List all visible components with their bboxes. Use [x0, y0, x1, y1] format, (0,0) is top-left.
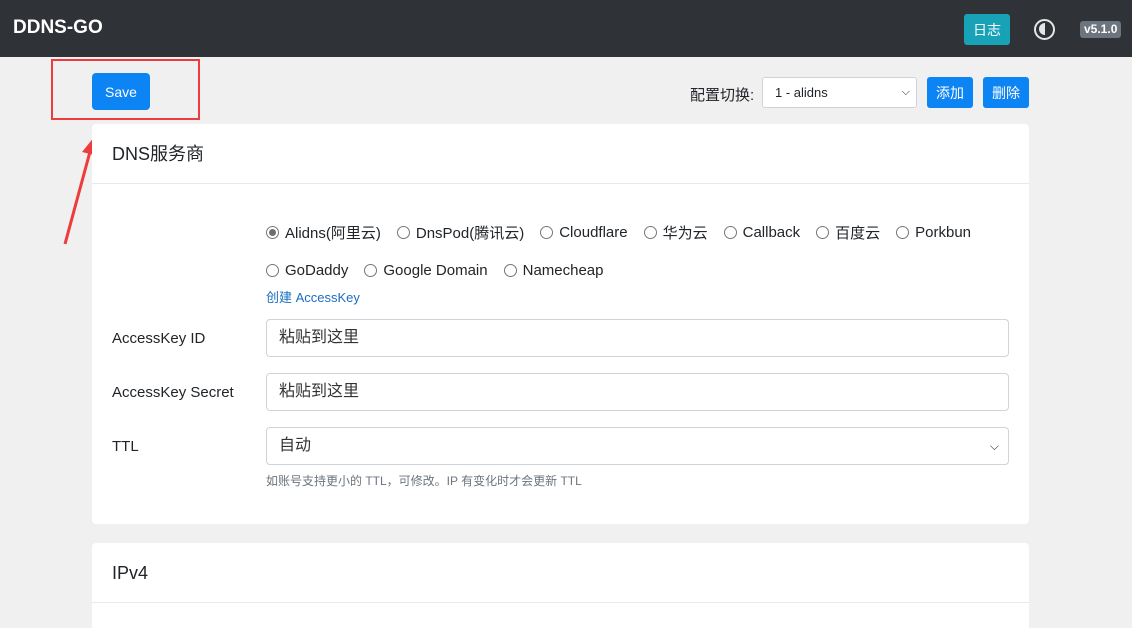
- accesskey-secret-input[interactable]: 粘贴到这里: [266, 373, 1009, 411]
- theme-toggle-icon[interactable]: [1034, 19, 1055, 40]
- ttl-select[interactable]: 自动 ⌵: [266, 427, 1009, 465]
- provider-radio[interactable]: GoDaddy: [266, 262, 348, 279]
- provider-label: DnsPod(腾讯云): [415, 224, 525, 242]
- ipv4-card: IPv4: [92, 543, 1029, 628]
- dns-card-title: DNS服务商: [92, 124, 1029, 184]
- provider-row: Alidns(阿里云) DnsPod(腾讯云) Cloudflare 华为云 Callb…: [266, 213, 1006, 251]
- provider-label: Google Domain: [383, 261, 488, 279]
- config-select-value: 1 - alidns: [775, 85, 828, 100]
- version-badge: v5.1.0: [1080, 21, 1122, 38]
- radio-circle-icon[interactable]: [364, 263, 378, 277]
- dns-provider-card: DNS服务商 Alidns(阿里云) DnsPod(腾讯云) Cloudflare 华…: [92, 124, 1029, 524]
- radio-circle-icon[interactable]: [540, 225, 554, 239]
- provider-radio[interactable]: Namecheap: [503, 261, 604, 279]
- provider-radio[interactable]: Google Domain: [364, 261, 488, 279]
- provider-label: Porkbun: [915, 223, 972, 241]
- provider-radio[interactable]: 华为云: [643, 222, 708, 243]
- provider-label: GoDaddy: [285, 261, 349, 279]
- provider-label: 百度云: [835, 224, 881, 242]
- provider-label: 华为云: [662, 224, 708, 242]
- provider-radio-group: Alidns(阿里云) DnsPod(腾讯云) Cloudflare 华为云 Callb…: [266, 213, 1006, 289]
- radio-circle-icon[interactable]: [896, 225, 910, 239]
- radio-circle-icon[interactable]: [266, 225, 279, 239]
- radio-circle-icon[interactable]: [816, 225, 830, 239]
- app-brand[interactable]: DDNS-GO: [13, 17, 103, 39]
- radio-circle-icon[interactable]: [503, 263, 517, 277]
- config-switch-label: 配置切换:: [690, 87, 755, 104]
- provider-label: Cloudflare: [559, 223, 628, 241]
- provider-radio[interactable]: 百度云: [816, 222, 880, 243]
- top-navbar: DDNS-GO 日志 v5.1.0: [0, 0, 1132, 57]
- provider-label: Namecheap: [522, 261, 604, 279]
- radio-circle-icon[interactable]: [266, 263, 279, 277]
- provider-radio[interactable]: Alidns(阿里云): [266, 222, 381, 243]
- accesskey-secret-placeholder: 粘贴到这里: [279, 383, 360, 400]
- delete-config-button[interactable]: 删除: [983, 77, 1029, 108]
- create-accesskey-link[interactable]: 创建 AccessKey: [266, 287, 360, 306]
- config-select[interactable]: 1 - alidns ⌵: [762, 77, 917, 108]
- log-button[interactable]: 日志: [964, 14, 1010, 45]
- ttl-select-value: 自动: [279, 437, 312, 454]
- radio-circle-icon[interactable]: [396, 225, 410, 239]
- provider-radio[interactable]: Callback: [723, 223, 801, 241]
- ipv4-card-title: IPv4: [92, 543, 1029, 603]
- accesskey-secret-label: AccessKey Secret: [112, 384, 234, 401]
- provider-radio[interactable]: Cloudflare: [540, 223, 628, 241]
- radio-circle-icon[interactable]: [723, 225, 737, 239]
- provider-label: Alidns(阿里云): [285, 224, 381, 242]
- accesskey-id-label: AccessKey ID: [112, 330, 206, 347]
- accesskey-id-input[interactable]: 粘贴到这里: [266, 319, 1009, 357]
- ttl-label: TTL: [112, 438, 139, 455]
- add-config-button[interactable]: 添加: [927, 77, 973, 108]
- provider-row: GoDaddy Google Domain Namecheap: [266, 251, 1006, 289]
- annotation-highlight-box: [51, 59, 200, 120]
- radio-circle-icon[interactable]: [643, 225, 657, 239]
- provider-label: Callback: [742, 223, 801, 241]
- accesskey-id-placeholder: 粘贴到这里: [279, 329, 360, 346]
- chevron-down-icon: ⌵: [901, 86, 910, 98]
- provider-radio[interactable]: Porkbun: [896, 224, 971, 241]
- chevron-down-icon: ⌵: [989, 439, 999, 453]
- ttl-help-text: 如账号支持更小的 TTL，可修改。IP 有变化时才会更新 TTL: [266, 474, 582, 488]
- provider-radio[interactable]: DnsPod(腾讯云): [396, 222, 525, 243]
